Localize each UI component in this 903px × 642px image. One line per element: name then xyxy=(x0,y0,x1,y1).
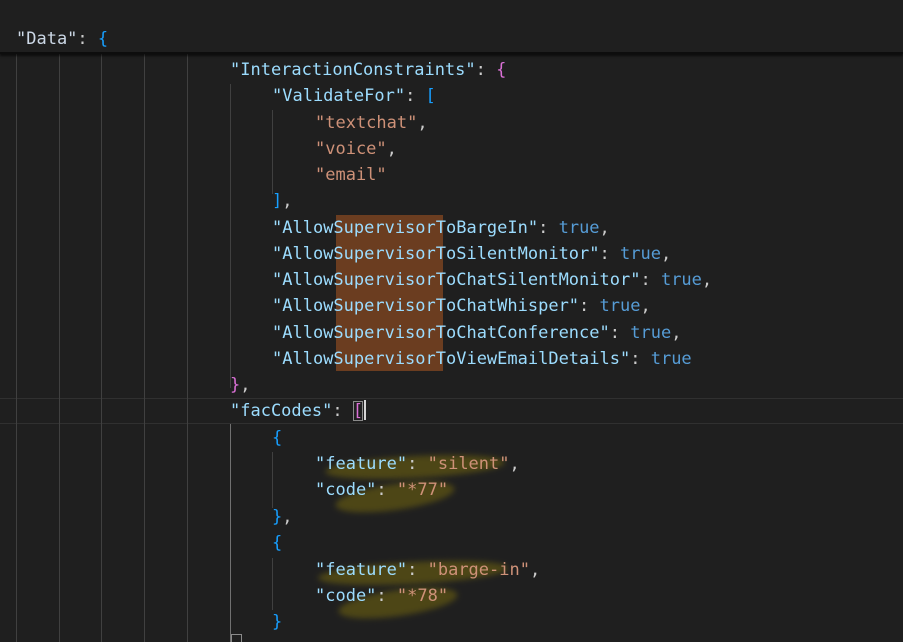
json-boolean: true xyxy=(660,270,702,290)
json-boolean: true xyxy=(650,349,692,369)
json-string: "voice" xyxy=(315,139,387,159)
fold-marker-icon[interactable] xyxy=(231,634,242,642)
code-line[interactable]: "AllowSupervisorToSilentMonitor": true, xyxy=(272,241,671,267)
code-line[interactable]: "code": "*78" xyxy=(315,583,448,609)
code-line[interactable]: { xyxy=(272,425,282,451)
close-bracket: ] xyxy=(272,191,283,211)
code-line[interactable]: "code": "*77" xyxy=(315,477,448,503)
json-boolean: true xyxy=(620,244,661,264)
json-boolean: true xyxy=(599,296,641,316)
indent-guide-active xyxy=(230,424,231,642)
json-key: "facCodes" xyxy=(230,401,333,421)
indent-guide xyxy=(144,52,145,642)
indent-guide xyxy=(272,110,273,194)
indent-guide xyxy=(230,84,231,388)
json-boolean: true xyxy=(630,323,672,343)
json-key: "Data" xyxy=(16,29,78,49)
indent-guide xyxy=(16,52,17,642)
code-line[interactable]: "AllowSupervisorToBargeIn": true, xyxy=(272,215,610,241)
json-key: "AllowSupervisorToBargeIn" xyxy=(272,218,539,238)
json-key: "AllowSupervisorToSilentMonitor" xyxy=(272,244,600,264)
json-string: "textchat" xyxy=(315,113,418,133)
close-brace: } xyxy=(230,375,241,395)
open-brace: { xyxy=(496,60,507,80)
text-cursor xyxy=(364,400,367,420)
json-string: "*77" xyxy=(396,480,449,500)
open-bracket: [ xyxy=(425,86,436,106)
json-string: "*78" xyxy=(396,586,449,606)
sticky-line-data[interactable]: "Data": { xyxy=(16,26,108,52)
code-line[interactable]: { xyxy=(272,530,282,556)
code-line-current[interactable]: "facCodes": [ xyxy=(230,398,367,424)
open-bracket-matched: [ xyxy=(352,401,364,421)
code-line[interactable]: "AllowSupervisorToChatWhisper": true, xyxy=(272,293,651,319)
code-line[interactable]: "InteractionConstraints": { xyxy=(230,57,506,83)
json-key: "feature" xyxy=(315,454,408,474)
code-line[interactable]: "AllowSupervisorToChatConference": true, xyxy=(272,320,681,346)
json-key: "AllowSupervisorToViewEmailDetails" xyxy=(272,349,631,369)
json-string: "email" xyxy=(315,165,387,185)
indent-guide xyxy=(272,558,273,610)
code-editor[interactable]: "Data": { "InteractionConstraints": { "V… xyxy=(0,0,903,642)
code-line[interactable]: }, xyxy=(230,372,251,398)
code-line[interactable]: }, xyxy=(272,504,293,530)
colon: : xyxy=(77,29,98,49)
current-line-highlight xyxy=(0,398,903,424)
indent-guide xyxy=(59,52,60,642)
json-key: "InteractionConstraints" xyxy=(230,60,476,80)
indent-guide xyxy=(101,52,102,642)
json-string: "barge-in" xyxy=(427,560,530,580)
json-key: "AllowSupervisorToChatSilentMonitor" xyxy=(272,270,641,290)
code-line[interactable]: "AllowSupervisorToChatSilentMonitor": tr… xyxy=(272,267,712,293)
open-brace: { xyxy=(97,29,109,49)
code-line[interactable]: "AllowSupervisorToViewEmailDetails": tru… xyxy=(272,346,692,372)
json-key: "AllowSupervisorToChatConference" xyxy=(272,323,610,343)
indent-guide xyxy=(272,452,273,508)
json-key: "code" xyxy=(315,586,377,606)
code-line[interactable]: "feature": "silent", xyxy=(315,451,520,477)
sticky-scroll-header[interactable]: "Data": { xyxy=(0,0,903,54)
open-brace: { xyxy=(272,533,283,553)
code-line[interactable]: "textchat", xyxy=(315,110,428,136)
indent-guide xyxy=(187,52,188,642)
open-brace: { xyxy=(272,428,283,448)
json-boolean: true xyxy=(558,218,600,238)
close-brace: } xyxy=(272,507,283,527)
code-line[interactable]: "feature": "barge-in", xyxy=(315,557,540,583)
json-key: "ValidateFor" xyxy=(272,86,406,106)
code-line[interactable]: ], xyxy=(272,188,293,214)
code-line[interactable]: "email" xyxy=(315,162,387,188)
code-line[interactable]: "ValidateFor": [ xyxy=(272,83,436,109)
code-line[interactable]: } xyxy=(272,609,282,635)
json-key: "code" xyxy=(315,480,377,500)
code-line[interactable]: "voice", xyxy=(315,136,397,162)
json-key: "feature" xyxy=(315,560,408,580)
close-brace: } xyxy=(272,612,283,632)
json-string: "silent" xyxy=(427,454,510,474)
json-key: "AllowSupervisorToChatWhisper" xyxy=(272,296,580,316)
